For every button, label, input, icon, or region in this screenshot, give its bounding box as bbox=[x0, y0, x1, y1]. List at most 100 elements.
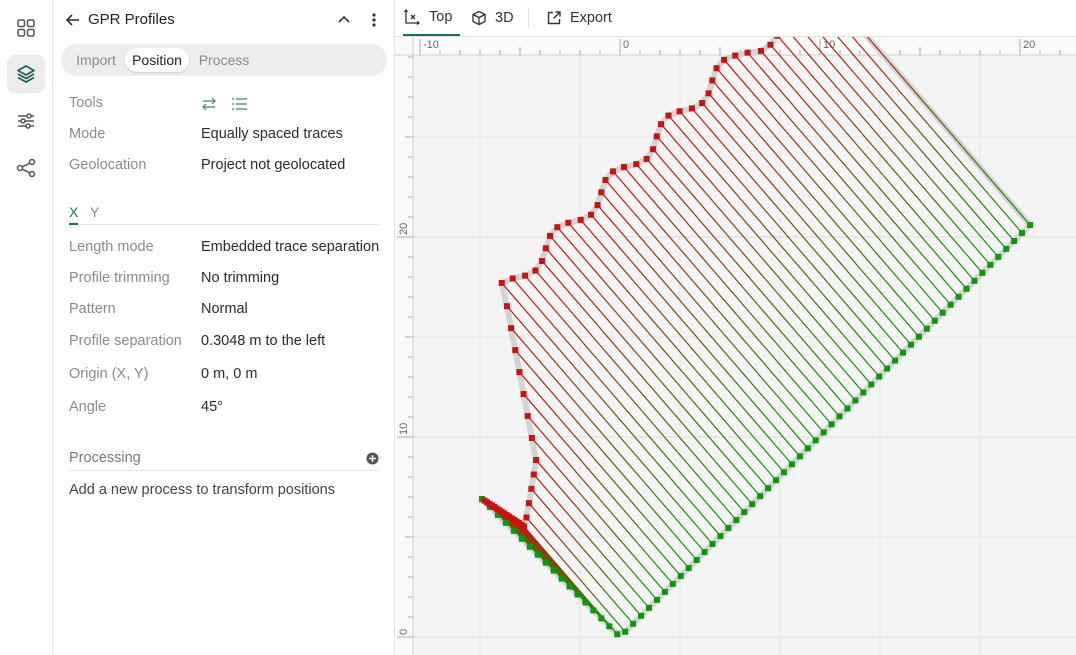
length-mode-value[interactable]: Embedded trace separation bbox=[201, 239, 379, 255]
gpr-profile-line bbox=[506, 305, 713, 545]
profile-end-marker bbox=[528, 434, 535, 441]
profile-end-marker bbox=[520, 523, 527, 530]
profile-start-marker bbox=[574, 591, 581, 598]
profile-start-marker bbox=[542, 559, 549, 566]
export-button[interactable]: Export bbox=[546, 0, 612, 36]
gpr-profile-line bbox=[711, 80, 928, 330]
profile-start-marker bbox=[1011, 237, 1018, 244]
external-link-icon bbox=[547, 11, 561, 25]
processing-section: Processing bbox=[69, 448, 379, 471]
profile-start-marker bbox=[876, 373, 883, 380]
sliders-icon[interactable] bbox=[7, 102, 45, 140]
gpr-profile-line bbox=[510, 327, 706, 553]
profile-start-marker bbox=[884, 365, 891, 372]
profile-end-marker bbox=[508, 325, 515, 332]
add-circle-icon[interactable] bbox=[366, 452, 379, 465]
gpr-profile-line bbox=[723, 59, 944, 314]
tab-x[interactable]: X bbox=[69, 204, 79, 225]
profile-start-marker bbox=[836, 413, 843, 420]
profile-end-marker bbox=[650, 146, 657, 153]
processing-label: Processing bbox=[69, 450, 141, 466]
gpr-profile-line bbox=[760, 50, 967, 290]
panel-header: GPR Profiles bbox=[53, 0, 395, 40]
profile-start-marker bbox=[638, 612, 645, 619]
pattern-value[interactable]: Normal bbox=[201, 301, 248, 317]
profile-trimming-value[interactable]: No trimming bbox=[201, 270, 279, 286]
top-view-button[interactable]: Top bbox=[403, 0, 461, 36]
profile-start-marker bbox=[828, 421, 835, 428]
profile-trimming-label: Profile trimming bbox=[69, 270, 170, 286]
profile-plot[interactable]: -10 0 10 2020100 bbox=[395, 37, 1076, 655]
profile-end-marker bbox=[503, 303, 510, 310]
profile-start-marker bbox=[669, 580, 676, 587]
profile-start-marker bbox=[931, 317, 938, 324]
list-icon[interactable] bbox=[231, 97, 249, 111]
profile-end-marker bbox=[525, 500, 532, 507]
y-ruler-label: 10 bbox=[398, 423, 410, 435]
back-arrow-icon[interactable] bbox=[65, 12, 81, 28]
profile-start-marker bbox=[701, 549, 708, 556]
geolocation-value[interactable]: Project not geolocated bbox=[201, 157, 345, 173]
gpr-profile-line bbox=[769, 44, 975, 282]
profile-start-marker bbox=[987, 261, 994, 268]
profile-start-marker bbox=[653, 596, 660, 603]
profile-start-marker bbox=[860, 389, 867, 396]
profile-start-marker bbox=[955, 293, 962, 300]
mode-value[interactable]: Equally spaced traces bbox=[201, 126, 343, 142]
profile-end-marker bbox=[522, 272, 529, 279]
profile-end-marker bbox=[633, 161, 640, 168]
profile-start-marker bbox=[630, 620, 637, 627]
profile-end-marker bbox=[688, 105, 695, 112]
profile-start-marker bbox=[1003, 245, 1010, 252]
profile-start-marker bbox=[526, 543, 533, 550]
tab-y[interactable]: Y bbox=[90, 204, 99, 223]
profile-start-marker bbox=[852, 397, 859, 404]
share-nodes-icon[interactable] bbox=[7, 149, 45, 187]
view-toolbar: Top 3D Export bbox=[395, 0, 1076, 37]
profile-end-marker bbox=[721, 56, 728, 63]
profile-start-marker bbox=[566, 583, 573, 590]
gpr-profile-line bbox=[822, 37, 1007, 250]
profile-end-marker bbox=[528, 485, 535, 492]
more-vertical-icon[interactable] bbox=[366, 12, 382, 28]
tab-import[interactable]: Import bbox=[67, 48, 125, 72]
swap-arrows-icon[interactable] bbox=[200, 97, 218, 111]
origin-value[interactable]: 0 m, 0 m bbox=[201, 366, 257, 382]
profile-start-marker bbox=[796, 453, 803, 460]
top-view-icon bbox=[403, 8, 421, 26]
profile-start-marker bbox=[900, 349, 907, 356]
dashboard-grid-icon[interactable] bbox=[7, 9, 45, 47]
3d-view-label: 3D bbox=[495, 10, 514, 26]
gpr-profile-line bbox=[646, 158, 856, 401]
profile-start-marker bbox=[661, 588, 668, 595]
chevron-up-icon[interactable] bbox=[336, 12, 352, 28]
gpr-profile-line bbox=[656, 136, 872, 385]
angle-value[interactable]: 45° bbox=[201, 399, 223, 415]
profile-end-marker bbox=[699, 100, 706, 107]
3d-view-button[interactable]: 3D bbox=[471, 0, 514, 36]
profile-end-marker bbox=[744, 49, 751, 56]
profile-start-marker bbox=[717, 533, 724, 540]
tab-process[interactable]: Process bbox=[193, 48, 255, 72]
gpr-profile-line bbox=[679, 110, 896, 361]
profile-end-marker bbox=[643, 155, 650, 162]
tab-position[interactable]: Position bbox=[125, 48, 189, 72]
profile-end-marker bbox=[516, 369, 523, 376]
tools-label: Tools bbox=[69, 95, 103, 111]
profile-start-marker bbox=[963, 285, 970, 292]
profile-start-marker bbox=[558, 575, 565, 582]
profile-start-marker bbox=[582, 599, 589, 606]
gpr-profile-line bbox=[512, 278, 729, 529]
profile-end-marker bbox=[554, 224, 561, 231]
gpr-profile-line bbox=[716, 67, 936, 322]
panel-title: GPR Profiles bbox=[88, 11, 175, 28]
profile-end-marker bbox=[653, 133, 660, 140]
gpr-profile-line bbox=[530, 488, 642, 617]
profile-end-marker bbox=[520, 391, 527, 398]
layers-icon[interactable] bbox=[7, 55, 45, 93]
pattern-label: Pattern bbox=[69, 301, 116, 317]
cube-icon bbox=[472, 10, 486, 26]
profile-separation-value[interactable]: 0.3048 m to the left bbox=[201, 333, 325, 349]
map-viewport[interactable]: -10 0 10 20 20 10 0 bbox=[395, 37, 1076, 655]
profile-start-marker bbox=[979, 269, 986, 276]
